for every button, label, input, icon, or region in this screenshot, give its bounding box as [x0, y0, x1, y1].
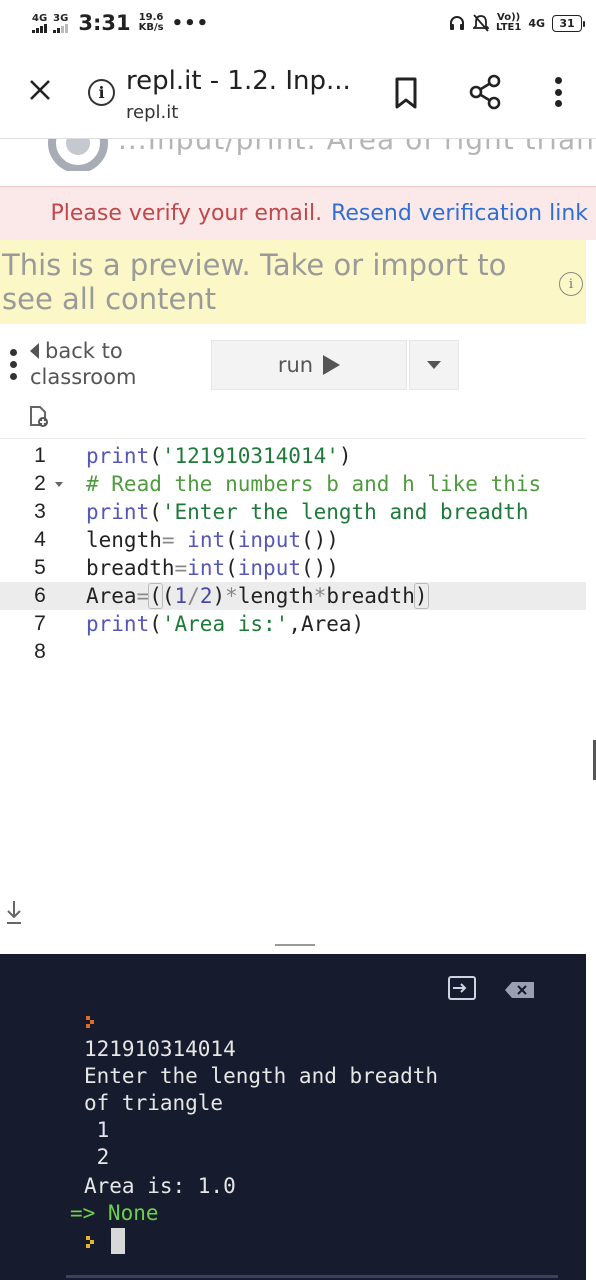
network-2: 3G [53, 12, 69, 33]
resize-grip [275, 944, 315, 946]
close-button[interactable] [24, 74, 56, 106]
download-icon[interactable] [4, 899, 24, 927]
code-text: print('Enter the length and breadth [86, 500, 529, 524]
bookmark-icon[interactable] [391, 76, 421, 110]
dot [10, 361, 17, 368]
console-output-line: 121910314014 [84, 1037, 236, 1061]
fold-arrow-icon[interactable] [55, 482, 63, 487]
console-output-line: 1 [84, 1118, 110, 1142]
network-type: 4G [528, 16, 545, 30]
network-1: 4G [32, 12, 48, 33]
headphones-icon [449, 16, 464, 30]
overflow-menu-button[interactable] [546, 74, 570, 110]
line-number: 7 [34, 612, 46, 635]
back-to-classroom-link[interactable]: back to classroom [30, 338, 136, 390]
preview-banner: This is a preview. Take or import to see… [0, 240, 586, 324]
network-2-label: 3G [53, 12, 69, 24]
code-line-6[interactable]: 6 Area=((1/2)*length*breadth) [0, 582, 586, 610]
volte-indicator: Vo)) LTE1 [495, 12, 522, 34]
console-open-icon[interactable] [447, 975, 477, 1001]
menu-dot [554, 88, 562, 96]
code-line-3[interactable]: 3 print('Enter the length and breadth [0, 498, 586, 526]
page-url: repl.it [126, 102, 179, 123]
line-number: 3 [34, 500, 46, 523]
network-speed: 19.6 KB/s [138, 12, 164, 34]
preview-info-icon[interactable]: i [559, 272, 583, 296]
site-info-icon[interactable]: i [88, 79, 115, 106]
more-notifications-icon: ••• [171, 12, 210, 34]
console-cursor[interactable] [111, 1228, 125, 1254]
console-result: => None [70, 1201, 159, 1225]
chevron-down-icon [427, 361, 441, 369]
network-indicators: 4G 3G [32, 12, 69, 33]
code-editor[interactable]: 1 print('121910314014') 2 # Read the num… [0, 438, 586, 934]
run-button[interactable]: run [211, 340, 407, 390]
console-scrollbar[interactable] [66, 1275, 558, 1278]
prompt-chevron-icon [86, 1236, 94, 1248]
line-number: 8 [34, 640, 46, 663]
signal-bars-icon [32, 23, 48, 33]
code-text: # Read the numbers b and h like this [86, 472, 542, 496]
dot [10, 349, 17, 356]
code-line-2[interactable]: 2 # Read the numbers b and h like this [0, 470, 586, 498]
console-pane[interactable]: 121910314014 Enter the length and breadt… [0, 954, 586, 1280]
back-arrow-icon [30, 343, 39, 359]
prompt-chevron-icon [86, 1016, 94, 1028]
clock: 3:31 [78, 11, 131, 35]
browser-toolbar: i repl.it - 1.2. Inp... repl.it [0, 46, 596, 138]
sidebar-toggle-button[interactable] [10, 349, 17, 380]
resend-verification-link[interactable]: Resend verification link [331, 201, 588, 226]
muted-bell-icon [472, 14, 489, 32]
code-text: Area=((1/2)*length*breadth) [86, 583, 429, 609]
pane-resize-handle[interactable] [0, 934, 586, 954]
share-icon[interactable] [467, 74, 503, 110]
console-output-line: Enter the length and breadth [84, 1064, 439, 1088]
volte-bottom: LTE1 [495, 22, 522, 33]
close-icon [30, 80, 50, 100]
status-bar: 4G 3G 3:31 19.6 KB/s ••• Vo)) LTE1 4G 31 [0, 0, 596, 46]
code-text: length= int(input()) [86, 528, 339, 552]
line-number: 4 [34, 528, 46, 551]
page-title: repl.it - 1.2. Inp... [126, 66, 351, 96]
back-label-line2: classroom [30, 365, 137, 389]
code-text: print('Area is:',Area) [86, 612, 365, 636]
menu-dot [554, 77, 562, 84]
console-output-line: 2 [84, 1145, 110, 1169]
menu-dot [554, 100, 562, 107]
verify-message: Please verify your email. [50, 201, 323, 226]
line-number: 6 [34, 584, 46, 607]
back-label-line1: back to [45, 339, 123, 363]
code-line-1[interactable]: 1 print('121910314014') [0, 442, 586, 470]
code-line-5[interactable]: 5 breadth=int(input()) [0, 554, 586, 582]
battery-icon: 31 [552, 14, 585, 32]
speed-unit: KB/s [138, 22, 164, 33]
dot [10, 373, 17, 380]
signal-bars-icon [53, 23, 69, 33]
play-icon [323, 355, 341, 375]
run-options-dropdown[interactable] [409, 340, 459, 390]
line-number: 5 [34, 556, 46, 579]
code-line-8[interactable]: 8 [0, 638, 586, 666]
battery-level: 31 [559, 16, 575, 30]
status-right: Vo)) LTE1 4G 31 [448, 12, 585, 34]
lesson-title: ...Input/print: Area of right triang [118, 138, 596, 156]
console-output-line: of triangle [84, 1091, 224, 1115]
line-number: 1 [34, 444, 46, 467]
run-label: run [277, 353, 314, 377]
new-file-icon[interactable] [29, 406, 49, 428]
console-output-line: Area is: 1.0 [84, 1174, 236, 1198]
code-line-4[interactable]: 4 length= int(input()) [0, 526, 586, 554]
line-number: 2 [34, 472, 46, 495]
network-1-label: 4G [32, 12, 48, 24]
repl-logo-icon [48, 139, 108, 171]
code-line-7[interactable]: 7 print('Area is:',Area) [0, 610, 586, 638]
verify-email-banner: Please verify your email. Resend verific… [0, 186, 596, 240]
clear-console-icon[interactable] [504, 981, 536, 999]
preview-message: This is a preview. Take or import to see… [2, 248, 507, 316]
code-text: breadth=int(input()) [86, 556, 339, 580]
repl-header: ...Input/print: Area of right triang [0, 138, 596, 186]
code-text: print('121910314014') [86, 444, 352, 468]
